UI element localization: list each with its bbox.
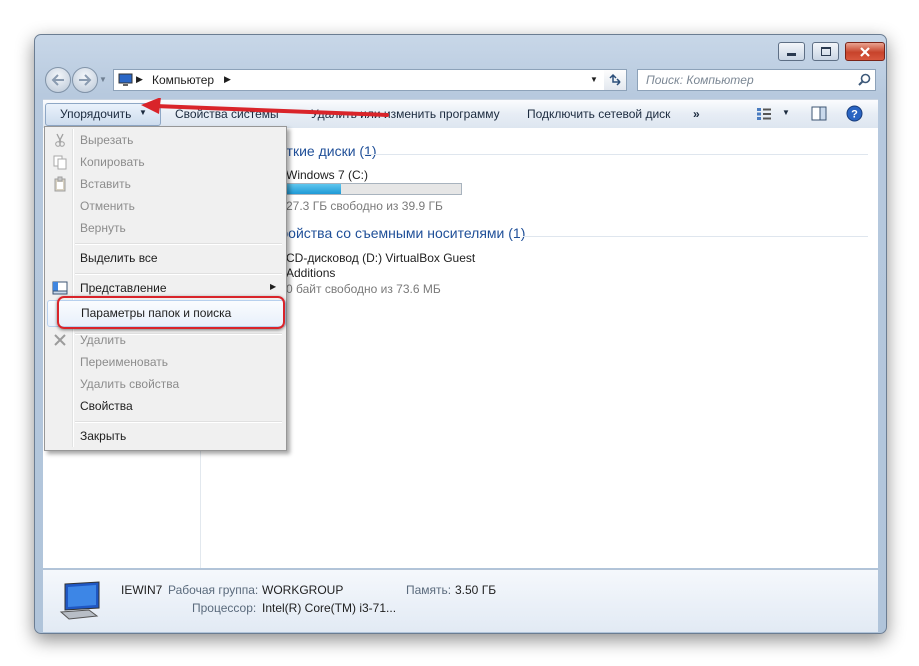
breadcrumb-arrow-icon[interactable]: ▶ [136,74,143,85]
view-options-icon[interactable] [756,107,772,121]
menu-separator [75,273,282,275]
minimize-button[interactable] [778,42,805,61]
submenu-arrow-icon: ▶ [270,282,277,291]
menu-item-copy[interactable]: Копировать [47,151,284,173]
menu-item-redo[interactable]: Вернуть [47,217,284,239]
menu-label: Выделить все [80,251,158,265]
close-window-button[interactable] [845,42,885,61]
copy-icon [53,155,67,170]
workgroup-value: WORKGROUP [262,583,344,597]
delete-x-icon [54,334,66,346]
refresh-button[interactable] [604,69,627,91]
processor-value: Intel(R) Core(TM) i3-71... [262,601,397,615]
drive-c-name[interactable]: Windows 7 (C:) [286,168,368,182]
annotation-arrow-icon [141,98,389,117]
search-icon[interactable] [858,73,871,86]
breadcrumb-computer[interactable]: Компьютер [152,73,214,87]
search-placeholder[interactable]: Поиск: Компьютер [646,73,754,87]
details-pane: IEWIN7 Рабочая группа: WORKGROUP Память:… [43,569,878,632]
computer-icon [118,73,133,86]
minimize-icon [787,53,796,56]
close-icon [860,46,870,57]
forward-button[interactable] [72,67,98,93]
menu-label: Вставить [80,177,131,191]
menu-label: Вернуть [80,221,126,235]
group-divider [523,236,868,237]
menu-separator [75,421,282,423]
memory-label: Память: [406,583,452,597]
drive-d-name-line2[interactable]: Additions [286,266,335,280]
map-network-drive-button[interactable]: Подключить сетевой диск [527,107,670,121]
back-arrow-icon [51,74,64,86]
refresh-icon [609,73,621,86]
drive-c-free-space: 27.3 ГБ свободно из 39.9 ГБ [286,199,443,213]
view-chevron-icon[interactable]: ▼ [782,108,790,117]
back-button[interactable] [45,67,71,93]
menu-label: Удалить свойства [80,377,180,391]
menu-item-remove-properties[interactable]: Удалить свойства [47,373,284,395]
computer-name: IEWIN7 [121,583,163,597]
annotation-highlight-box [57,296,285,329]
workstation-icon [59,581,100,620]
group-divider [363,154,868,155]
maximize-icon [820,47,831,56]
svg-text:?: ? [851,109,858,121]
menu-label: Закрыть [80,429,127,443]
processor-label: Процессор: [192,601,257,615]
menu-label: Копировать [80,155,145,169]
search-box[interactable]: Поиск: Компьютер [637,69,876,91]
drive-d-free-space: 0 байт свободно из 73.6 МБ [286,282,441,296]
paste-icon [54,176,66,192]
menu-label: Переименовать [80,355,168,369]
menu-item-undo[interactable]: Отменить [47,195,284,217]
menu-label: Свойства [80,399,133,413]
memory-value: 3.50 ГБ [455,583,497,597]
scissors-icon [55,133,65,147]
menu-item-select-all[interactable]: Выделить все [47,247,284,269]
menu-item-rename[interactable]: Переименовать [47,351,284,373]
recent-pages-chevron-icon[interactable]: ▼ [99,75,107,84]
drive-c-usage-fill [287,184,341,194]
maximize-button[interactable] [812,42,839,61]
organize-label: Упорядочить [60,107,132,121]
address-history-chevron-icon[interactable]: ▼ [590,75,598,84]
menu-item-paste[interactable]: Вставить [47,173,284,195]
menu-item-delete[interactable]: Удалить [47,329,284,351]
menu-label: Отменить [80,199,135,213]
menu-label: Вырезать [80,133,134,147]
organize-menu: Вырезать Копировать Вставить Отменить Ве… [44,126,287,451]
breadcrumb-arrow-icon[interactable]: ▶ [224,74,231,85]
menu-item-cut[interactable]: Вырезать [47,129,284,151]
drive-c-usage-bar [286,183,462,195]
forward-arrow-icon [79,74,92,86]
preview-pane-icon[interactable] [811,106,827,121]
drive-d-name-line1[interactable]: CD-дисковод (D:) VirtualBox Guest [286,251,475,265]
workgroup-label: Рабочая группа: [168,583,259,597]
menu-label: Удалить [80,333,126,347]
layout-icon [52,281,68,295]
help-icon[interactable]: ? [846,105,863,122]
removable-group-header[interactable]: Устройства со съемными носителями (1) [259,225,525,241]
menu-item-properties[interactable]: Свойства [47,395,284,417]
address-bar[interactable]: ▶ Компьютер ▶ ▼ [113,69,606,91]
menu-item-close[interactable]: Закрыть [47,425,284,447]
more-commands-button[interactable]: » [693,107,700,121]
menu-separator [75,243,282,245]
menu-label: Представление [80,281,167,295]
